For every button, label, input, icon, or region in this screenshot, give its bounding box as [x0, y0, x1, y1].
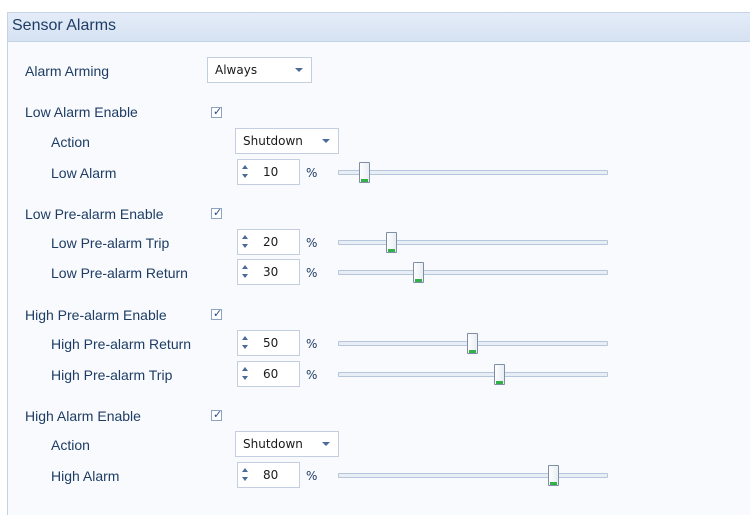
low-prealarm-trip-spinner[interactable]: 20 — [237, 229, 300, 255]
high-prealarm-trip-slider[interactable] — [338, 364, 608, 385]
high-alarm-spinner[interactable]: 80 — [237, 462, 300, 488]
slider-thumb-icon[interactable] — [548, 465, 559, 486]
chevron-down-icon — [322, 139, 330, 143]
spinner-arrows-icon[interactable] — [241, 264, 250, 280]
high-prealarm-return-label: High Pre-alarm Return — [51, 336, 192, 352]
slider-thumb-icon[interactable] — [494, 364, 505, 385]
high-prealarm-return-spinner[interactable]: 50 — [237, 330, 300, 356]
low-prealarm-return-slider[interactable] — [338, 262, 608, 283]
checkmark-icon: ✓ — [213, 206, 223, 219]
high-alarm-slider[interactable] — [338, 465, 608, 486]
alarm-arming-dropdown[interactable]: Always — [207, 57, 312, 83]
low-prealarm-trip-label: Low Pre-alarm Trip — [51, 235, 170, 251]
low-prealarm-trip-value: 20 — [263, 235, 279, 249]
alarm-arming-value: Always — [215, 63, 258, 77]
low-prealarm-return-label: Low Pre-alarm Return — [51, 265, 188, 281]
low-alarm-spinner[interactable]: 10 — [237, 159, 300, 185]
spinner-arrows-icon[interactable] — [241, 335, 250, 351]
low-prealarm-trip-slider[interactable] — [338, 232, 608, 253]
low-alarm-unit: % — [306, 166, 318, 180]
low-prealarm-return-value: 30 — [263, 265, 279, 279]
checkmark-icon: ✓ — [213, 105, 223, 118]
high-prealarm-trip-spinner[interactable]: 60 — [237, 361, 300, 387]
panel-title: Sensor Alarms — [12, 17, 117, 34]
high-prealarm-trip-label: High Pre-alarm Trip — [51, 367, 173, 383]
slider-thumb-icon[interactable] — [413, 262, 424, 283]
high-alarm-unit: % — [306, 469, 318, 483]
slider-track — [338, 473, 608, 478]
high-prealarm-trip-unit: % — [306, 368, 318, 382]
low-alarm-enable-label: Low Alarm Enable — [25, 104, 138, 120]
high-prealarm-enable-label: High Pre-alarm Enable — [25, 307, 167, 323]
low-alarm-enable-checkbox[interactable]: ✓ — [211, 105, 223, 118]
low-alarm-label: Low Alarm — [51, 165, 117, 181]
low-alarm-action-label: Action — [51, 134, 90, 150]
panel-header — [8, 13, 750, 42]
low-prealarm-enable-checkbox[interactable]: ✓ — [211, 206, 223, 219]
low-alarm-action-dropdown[interactable]: Shutdown — [235, 128, 339, 154]
alarm-arming-label: Alarm Arming — [25, 63, 110, 79]
slider-track — [338, 270, 608, 275]
slider-thumb-icon[interactable] — [359, 162, 370, 183]
low-prealarm-return-spinner[interactable]: 30 — [237, 259, 300, 285]
high-prealarm-return-slider[interactable] — [338, 333, 608, 354]
spinner-arrows-icon[interactable] — [241, 467, 250, 483]
slider-thumb-icon[interactable] — [386, 232, 397, 253]
high-prealarm-return-value: 50 — [263, 336, 279, 350]
high-alarm-enable-label: High Alarm Enable — [25, 408, 141, 424]
spinner-arrows-icon[interactable] — [241, 164, 250, 180]
checkmark-icon: ✓ — [213, 307, 223, 320]
high-prealarm-enable-checkbox[interactable]: ✓ — [211, 307, 223, 320]
high-prealarm-trip-value: 60 — [263, 367, 279, 381]
high-alarm-label: High Alarm — [51, 468, 120, 484]
low-prealarm-trip-unit: % — [306, 236, 318, 250]
low-prealarm-enable-label: Low Pre-alarm Enable — [25, 206, 164, 222]
low-alarm-slider[interactable] — [338, 162, 608, 183]
slider-thumb-icon[interactable] — [467, 333, 478, 354]
low-alarm-action-value: Shutdown — [243, 134, 303, 148]
slider-track — [338, 170, 608, 175]
high-alarm-enable-checkbox[interactable]: ✓ — [211, 408, 223, 421]
low-prealarm-return-unit: % — [306, 266, 318, 280]
high-alarm-value: 80 — [263, 468, 279, 482]
chevron-down-icon — [322, 442, 330, 446]
slider-track — [338, 372, 608, 377]
high-alarm-action-dropdown[interactable]: Shutdown — [235, 431, 339, 457]
checkmark-icon: ✓ — [213, 408, 223, 421]
low-alarm-value: 10 — [263, 165, 279, 179]
high-prealarm-return-unit: % — [306, 337, 318, 351]
slider-track — [338, 240, 608, 245]
high-alarm-action-label: Action — [51, 437, 90, 453]
spinner-arrows-icon[interactable] — [241, 234, 250, 250]
spinner-arrows-icon[interactable] — [241, 366, 250, 382]
chevron-down-icon — [295, 68, 303, 72]
high-alarm-action-value: Shutdown — [243, 437, 303, 451]
